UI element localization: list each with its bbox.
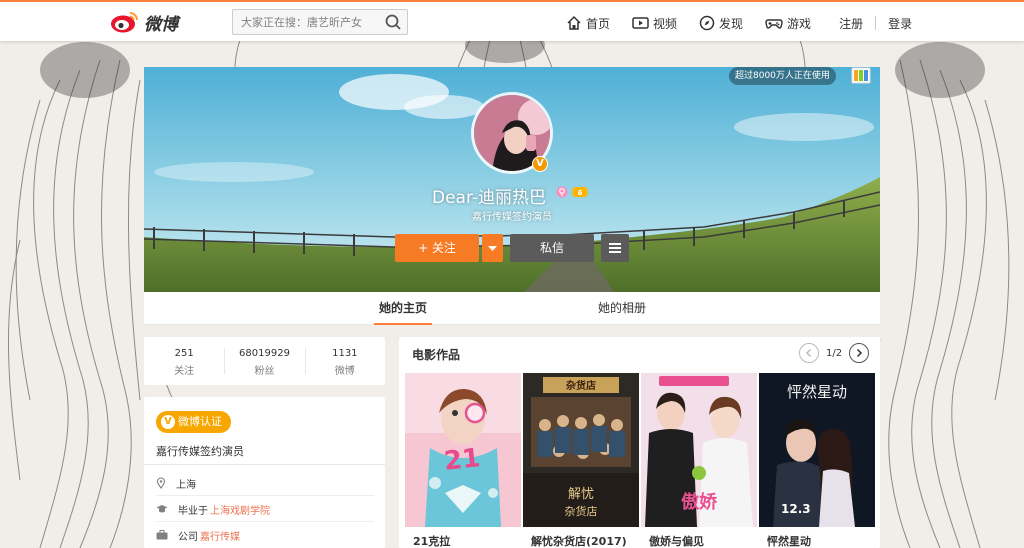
member-level-icon[interactable]: 6	[572, 186, 588, 198]
movie-poster-2[interactable]: 杂货店 解忧 杂货店	[523, 373, 639, 527]
search-button[interactable]	[383, 13, 403, 31]
nav-item-discover[interactable]: 发现	[699, 15, 743, 32]
graduation-cap-icon	[156, 505, 168, 513]
poster-image: 怦然星动 12.3	[759, 373, 875, 527]
users-count-pill: 超过8000万人正在使用	[729, 67, 836, 85]
verified-description: 嘉行传媒签约演员	[156, 445, 244, 458]
movies-card: 电影作品 1/2 21 21克拉 杂货店 解忧 杂货店 解忧杂货店(2017) …	[399, 337, 880, 548]
nav-item-video[interactable]: 视频	[632, 15, 677, 32]
search-box	[232, 9, 408, 35]
search-input[interactable]	[233, 10, 379, 34]
info-location: 上海	[156, 474, 196, 492]
svg-text:杂货店: 杂货店	[566, 379, 596, 392]
stat-label: 关注	[174, 366, 195, 377]
movie-name[interactable]: 解忧杂货店(2017)	[531, 533, 627, 548]
svg-text:12.3: 12.3	[781, 502, 811, 516]
movie-poster-1[interactable]: 21	[405, 373, 521, 527]
stat-number: 1131	[332, 348, 358, 359]
svg-text:杂货店: 杂货店	[565, 504, 598, 518]
gamepad-icon	[765, 19, 783, 29]
company-link[interactable]: 嘉行传媒	[200, 528, 240, 543]
nav-label-game: 游戏	[787, 16, 812, 31]
info-school: 毕业于 上海戏剧学院	[156, 500, 270, 518]
register-link[interactable]: 注册	[839, 15, 863, 32]
verified-label: 微博认证	[178, 415, 222, 428]
movie-name[interactable]: 21克拉	[413, 533, 450, 548]
nav-label-video: 视频	[653, 16, 678, 31]
stats-card: 251 关注 68019929 粉丝 1131 微博	[144, 337, 385, 385]
location-pin-icon	[156, 477, 166, 489]
verified-v-icon: V	[161, 415, 175, 429]
svg-text:怦然星动: 怦然星动	[787, 383, 847, 401]
cover-template-icon[interactable]	[851, 67, 871, 84]
home-icon	[567, 15, 581, 30]
weibo-verified-badge[interactable]: V 微博认证	[156, 411, 231, 433]
poster-image: 杂货店 解忧 杂货店	[523, 373, 639, 527]
compass-icon	[699, 15, 715, 31]
page-indicator: 1/2	[826, 347, 843, 359]
stat-label: 粉丝	[254, 366, 275, 377]
info-company: 公司 嘉行传媒	[156, 526, 240, 544]
next-page-button[interactable]	[849, 343, 870, 363]
stat-label: 微博	[334, 366, 355, 377]
logo-text: 微博	[144, 14, 178, 35]
caret-down-icon	[488, 246, 497, 251]
more-menu-button[interactable]	[601, 234, 629, 262]
profile-info-card: V 微博认证 嘉行传媒签约演员 上海 毕业于 上海戏剧学院 公司 嘉行传媒	[144, 397, 385, 548]
female-icon	[556, 186, 568, 198]
login-link[interactable]: 登录	[888, 15, 912, 32]
stat-posts[interactable]: 1131 微博	[304, 337, 385, 385]
menu-icon	[609, 243, 621, 253]
follow-button[interactable]: + 关注	[395, 234, 479, 262]
video-icon	[632, 17, 649, 29]
svg-text:6: 6	[578, 189, 583, 197]
tab-home[interactable]: 她的主页	[374, 292, 432, 325]
name-badges: 6	[556, 186, 588, 198]
divider	[144, 464, 385, 465]
follow-options-button[interactable]	[482, 234, 503, 262]
profile-description: 嘉行传媒签约演员	[472, 212, 552, 223]
location-text: 上海	[176, 479, 196, 491]
stat-followers[interactable]: 68019929 粉丝	[224, 337, 304, 385]
stat-number: 68019929	[239, 348, 290, 359]
svg-text:傲娇: 傲娇	[681, 491, 718, 513]
nav-divider	[875, 16, 877, 30]
poster-image: 21	[405, 373, 521, 527]
divider	[156, 495, 374, 496]
svg-text:解忧: 解忧	[568, 487, 594, 502]
prev-page-button[interactable]	[799, 343, 819, 363]
movie-name[interactable]: 怦然星动	[767, 533, 811, 548]
company-prefix: 公司	[178, 531, 198, 543]
chevron-left-icon	[805, 348, 812, 358]
nav-item-home[interactable]: 首页	[566, 15, 610, 32]
main-nav: 首页 视频 发现 游戏 注册 登录	[566, 12, 912, 34]
tab-album[interactable]: 她的相册	[596, 292, 648, 325]
verified-badge-icon: V	[532, 156, 548, 172]
svg-text:21: 21	[443, 443, 482, 477]
profile-cover: 超过8000万人正在使用 V Dear-迪丽热巴 6 嘉行传媒签约演员 + 关注	[144, 67, 880, 292]
weibo-eye-icon	[111, 12, 138, 33]
nav-label-discover: 发现	[719, 16, 744, 31]
search-icon	[385, 14, 401, 30]
nav-item-game[interactable]: 游戏	[765, 15, 811, 32]
poster-image: 傲娇	[641, 373, 757, 527]
briefcase-icon	[156, 530, 168, 540]
weibo-logo[interactable]: 微博	[110, 8, 178, 36]
school-prefix: 毕业于	[178, 505, 208, 517]
movie-poster-3[interactable]: 傲娇	[641, 373, 757, 527]
movies-pager: 1/2	[799, 343, 870, 363]
movie-name[interactable]: 傲娇与偏见	[649, 533, 704, 548]
top-navigation-bar: 微博 首页 视频	[0, 0, 1024, 41]
profile-tabs: 她的主页 她的相册	[144, 292, 880, 325]
school-link[interactable]: 上海戏剧学院	[210, 502, 270, 517]
nav-label-home: 首页	[586, 16, 611, 31]
stat-number: 251	[174, 348, 194, 359]
message-button[interactable]: 私信	[510, 234, 594, 262]
divider	[156, 521, 374, 522]
stat-following[interactable]: 251 关注	[144, 337, 224, 385]
movies-section-title: 电影作品	[412, 348, 461, 362]
chevron-right-icon	[857, 348, 863, 358]
movie-poster-4[interactable]: 怦然星动 12.3	[759, 373, 875, 527]
